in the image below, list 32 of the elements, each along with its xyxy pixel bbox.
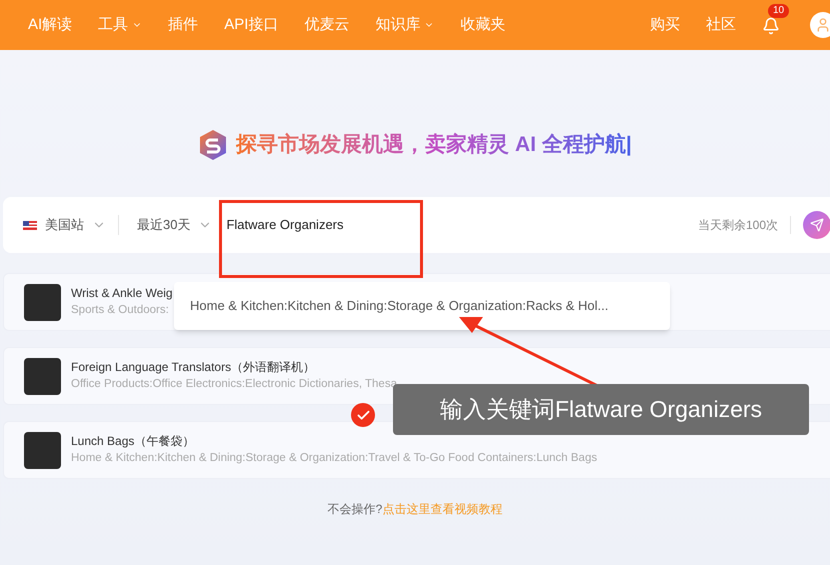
avatar[interactable]	[810, 12, 830, 38]
product-title: Lunch Bags（午餐袋）	[71, 433, 196, 450]
send-icon	[810, 218, 824, 232]
product-title: Foreign Language Translators（外语翻译机）	[71, 359, 316, 376]
product-title: Wrist & Ankle Weig	[71, 285, 173, 302]
notification-badge: 10	[768, 4, 790, 18]
marketplace-select[interactable]: 美国站	[23, 215, 119, 235]
product-photo-placeholder	[24, 358, 61, 394]
nav-link[interactable]: AI解读	[28, 14, 72, 36]
category-path: Home & Kitchen:Kitchen & Dining:Storage & Organization:Travel & To-Go Food Containers:Lunch Bags	[71, 451, 598, 466]
suggestion-item[interactable]: Home & Kitchen:Kitchen & Dining:Storage & Organization:Racks & Hol...	[190, 296, 608, 316]
nav-link[interactable]: API接口	[224, 14, 278, 36]
keyword-input[interactable]: Flatware Organizers	[226, 215, 526, 235]
category-path: Sports & Outdoors:	[71, 303, 170, 318]
nav-link[interactable]: 购买	[650, 14, 680, 36]
annotation-tooltip: 输入关键词Flatware Organizers	[393, 384, 809, 435]
product-photo-placeholder	[24, 432, 61, 468]
nav-link[interactable]: 工具	[98, 14, 142, 36]
logo-icon	[198, 129, 228, 161]
period-select[interactable]: 最近30天	[119, 215, 220, 235]
nav-link[interactable]: 优麦云	[304, 14, 350, 36]
remaining-count: 当天剩余100次	[698, 216, 791, 234]
nav-link[interactable]: 收藏夹	[460, 14, 506, 36]
notification-icon[interactable]	[762, 17, 780, 35]
product-photo-placeholder	[24, 284, 61, 320]
help-text: 不会操作?点击这里查看视频教程	[326, 501, 504, 518]
nav-link[interactable]: 插件	[168, 14, 198, 36]
send-button[interactable]	[803, 211, 830, 239]
flag-icon	[23, 220, 37, 230]
nav-link[interactable]: 社区	[706, 14, 736, 36]
nav-link[interactable]: 知识库	[375, 14, 434, 36]
tutorial-link[interactable]: 点击这里查看视频教程	[382, 502, 502, 516]
